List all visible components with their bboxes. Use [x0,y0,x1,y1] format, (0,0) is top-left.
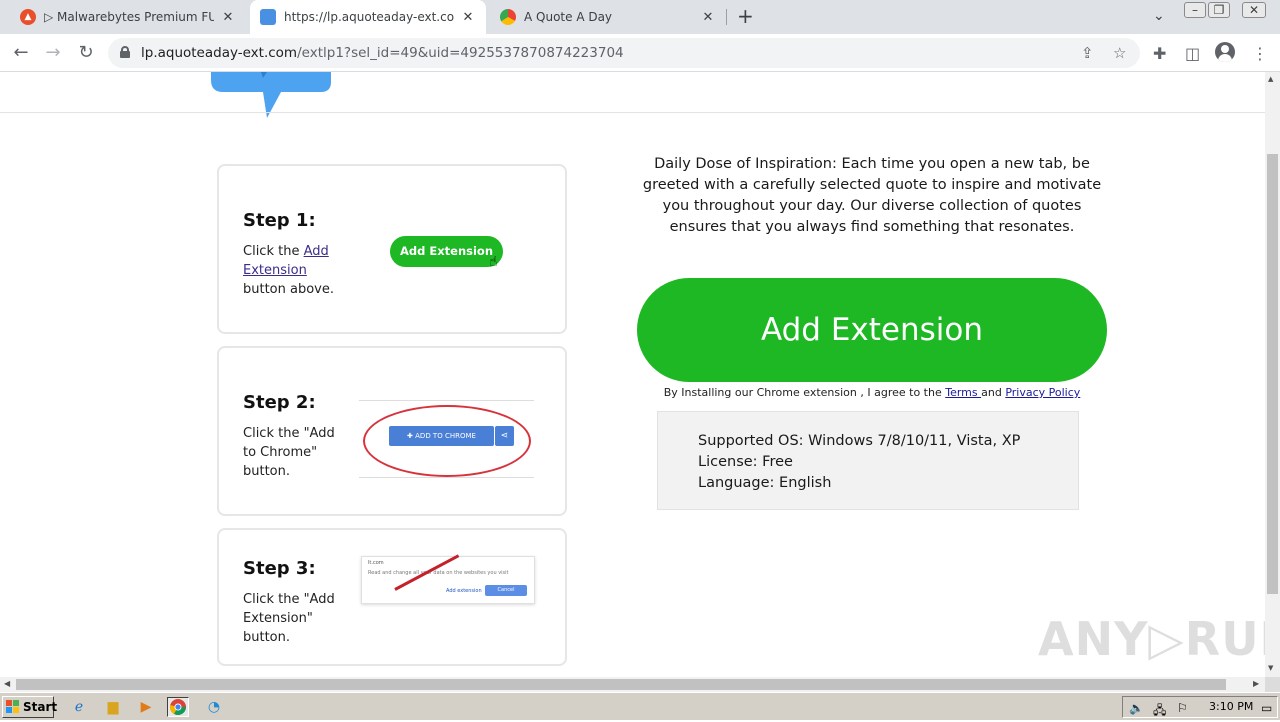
reload-button[interactable]: ↻ [75,42,97,64]
step-1-card: Step 1: Click the Add Extension button a… [217,164,567,334]
step-3-text: Click the "Add Extension" button. [243,592,335,645]
url-text: lp.aquoteaday-ext.com/extlp1?sel_id=49&u… [141,45,624,61]
tab-malwarebytes[interactable]: ▲ ▷ Malwarebytes Premium FULL! 4.6. ✕ [10,0,246,34]
step-1-title: Step 1: [243,210,316,231]
windows-taskbar: Start ℯ ▆ ▶ ◔ 🔈 🖧 ⚐ 3:10 PM ▭ [0,692,1280,720]
step-3-title: Step 3: [243,558,316,579]
url-host: lp.aquoteaday-ext.com [141,45,298,61]
share-icon[interactable]: ⇪ [1081,44,1094,62]
step-1-add-extension-button[interactable]: Add Extension [390,236,503,267]
start-button[interactable]: Start [2,696,57,718]
chrome-taskbar-icon[interactable] [167,697,189,717]
step-1-text: Click the Add Extension button above. [243,244,335,297]
close-tab-icon[interactable]: ✕ [220,10,236,25]
address-bar[interactable]: lp.aquoteaday-ext.com/extlp1?sel_id=49&u… [108,38,1140,68]
scroll-up-icon[interactable]: ▲ [1268,75,1273,83]
lock-icon[interactable] [120,46,130,58]
step-2-card: Step 2: Click the "Add to Chrome" button… [217,346,567,516]
tab-title: ▷ Malwarebytes Premium FULL! 4.6. [44,10,214,24]
windows-flag-icon [6,700,20,714]
tab-a-quote-a-day[interactable]: A Quote A Day ✕ [490,0,726,34]
rainbow-favicon-icon [500,9,516,25]
profile-avatar-icon[interactable] [1215,42,1235,62]
tab-title: https://lp.aquoteaday-ext.com/extlp [284,10,454,24]
clock: 3:10 PM [1209,700,1254,713]
vertical-scroll-thumb[interactable] [1267,154,1278,594]
new-tab-button[interactable]: + [737,6,754,26]
license: License: Free [698,454,793,470]
tab-aquoteaday-landing[interactable]: https://lp.aquoteaday-ext.com/extlp ✕ [250,0,486,34]
close-tab-icon[interactable]: ✕ [700,10,716,25]
extensions-puzzle-icon[interactable]: ✚ [1153,44,1166,63]
close-tab-icon[interactable]: ✕ [460,10,476,25]
supported-os: Supported OS: Windows 7/8/10/11, Vista, … [698,433,1021,449]
vertical-scrollbar[interactable]: ▲ ▼ [1265,72,1280,677]
anyrun-watermark: ANY▷RUN [1038,612,1265,666]
agreement-text: By Installing our Chrome extension , I a… [663,386,1081,399]
malwarebytes-favicon-icon: ▲ [20,9,36,25]
terms-link[interactable]: Terms [945,386,981,399]
close-window-button[interactable]: ✕ [1242,2,1266,18]
internet-explorer-icon[interactable]: ℯ [68,697,90,717]
horizontal-scrollbar[interactable]: ◀ ▶ [0,677,1265,692]
step-3-card: Step 3: Click the "Add Extension" button… [217,528,567,666]
media-player-icon[interactable]: ▶ [135,697,157,717]
chat-bubble-favicon-icon [260,9,276,25]
restore-button[interactable]: ❐ [1208,2,1230,18]
extension-dialog-screenshot: lt.com Read and change all your data on … [361,556,535,604]
tab-strip: ▲ ▷ Malwarebytes Premium FULL! 4.6. ✕ ht… [0,0,1280,34]
header-divider [0,112,1265,113]
scrollbar-corner [1265,677,1280,692]
system-tray: 🔈 🖧 ⚐ 3:10 PM ▭ [1122,696,1278,718]
add-to-chrome-screenshot: ✚ ADD TO CHROME ⋖ [359,400,534,478]
add-extension-cta-button[interactable]: Add Extension [637,278,1107,382]
step-2-text: Click the "Add to Chrome" button. [243,426,335,479]
minimize-button[interactable]: – [1184,2,1206,18]
tab-separator [726,9,727,25]
side-panel-icon[interactable]: ◫ [1185,44,1200,63]
url-path: /extlp1?sel_id=49&uid=492553787087422370… [297,45,624,61]
scroll-down-icon[interactable]: ▼ [1268,664,1273,672]
file-explorer-icon[interactable]: ▆ [102,697,124,717]
scroll-right-icon[interactable]: ▶ [1253,679,1259,688]
edge-icon[interactable]: ◔ [203,697,225,717]
red-highlight-circle [363,405,531,477]
tab-search-chevron-icon[interactable]: ⌄ [1153,8,1165,24]
hand-cursor-icon: ☝ [489,254,498,270]
network-icon[interactable]: 🖧 [1153,701,1166,722]
step-2-title: Step 2: [243,392,316,413]
scroll-left-icon[interactable]: ◀ [4,679,10,688]
product-description: Daily Dose of Inspiration: Each time you… [642,156,1102,235]
volume-icon[interactable]: 🔈 [1129,701,1144,715]
back-button[interactable]: ← [10,42,32,64]
product-info-box: Supported OS: Windows 7/8/10/11, Vista, … [657,411,1079,510]
page-viewport: Step 1: Click the Add Extension button a… [0,72,1265,677]
show-desktop-icon[interactable]: ▭ [1261,701,1272,715]
menu-kebab-icon[interactable]: ⋮ [1252,44,1268,63]
bookmark-star-icon[interactable]: ☆ [1113,44,1126,62]
forward-button[interactable]: → [42,42,64,64]
privacy-policy-link[interactable]: Privacy Policy [1005,386,1080,399]
tab-title: A Quote A Day [524,10,613,24]
browser-toolbar: ← → ↻ lp.aquoteaday-ext.com/extlp1?sel_i… [0,34,1280,72]
horizontal-scroll-thumb[interactable] [16,679,1226,690]
language: Language: English [698,475,832,491]
action-center-flag-icon[interactable]: ⚐ [1177,701,1188,715]
